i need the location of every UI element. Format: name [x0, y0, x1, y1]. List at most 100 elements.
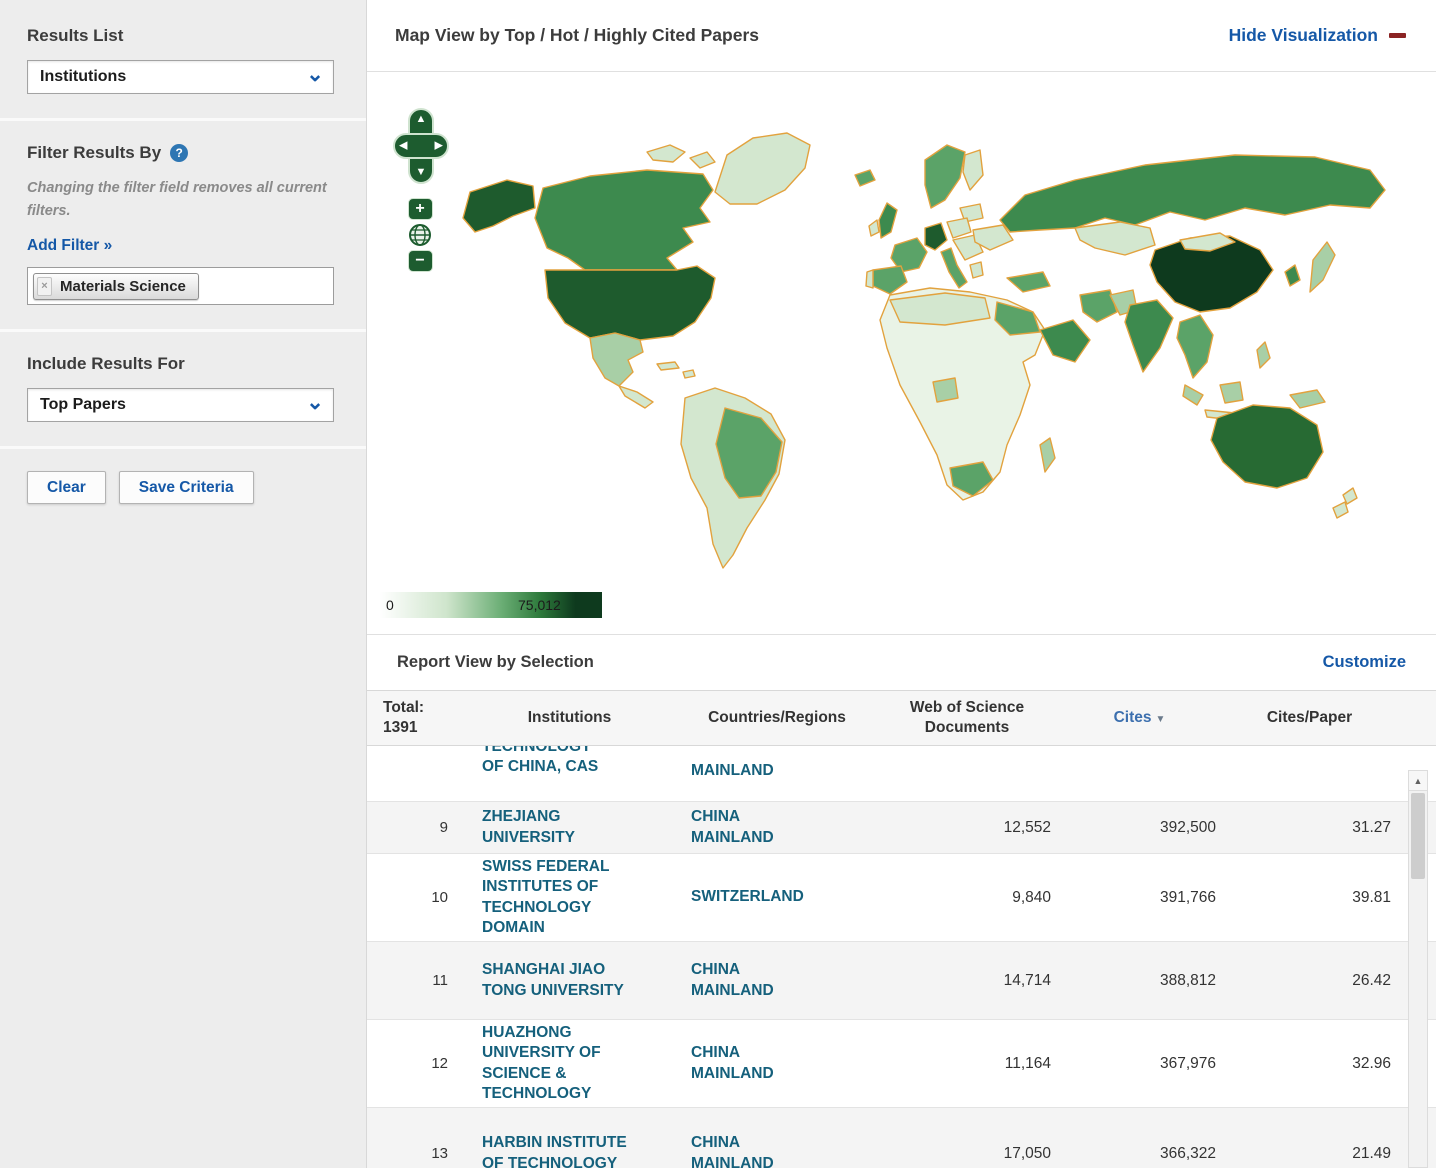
country-link[interactable]: CHINA MAINLAND — [691, 1043, 809, 1084]
institution-link[interactable]: HUAZHONG UNIVERSITY OF SCIENCE & TECHNOL… — [482, 1023, 642, 1105]
help-icon[interactable]: ? — [170, 144, 188, 162]
include-results-heading: Include Results For — [27, 354, 336, 374]
institution-link[interactable]: SHANGHAI JIAO TONG UNIVERSITY — [482, 960, 642, 1001]
country-turkey[interactable] — [1007, 272, 1050, 292]
country-southeast-asia[interactable] — [1177, 315, 1213, 378]
country-nigeria[interactable] — [933, 378, 958, 402]
chevron-down-icon[interactable]: ⌄ — [297, 61, 333, 93]
customize-link[interactable]: Customize — [1323, 653, 1406, 672]
table-scrollbar[interactable]: ▲ — [1408, 770, 1428, 1168]
column-header-documents[interactable]: Web of Science Documents — [877, 698, 1057, 738]
chevron-down-icon[interactable]: ⌄ — [297, 389, 333, 421]
minus-icon — [1389, 33, 1406, 38]
world-map[interactable] — [385, 100, 1395, 600]
pan-right-icon[interactable]: ▶ — [435, 141, 443, 152]
country-alaska[interactable] — [463, 180, 535, 232]
legend-max-value: 75,012 — [518, 597, 561, 613]
country-canada[interactable] — [535, 170, 713, 270]
country-saudi-arabia[interactable] — [1040, 320, 1090, 362]
country-japan[interactable] — [1310, 242, 1335, 292]
institution-link[interactable]: ZHEJIANG UNIVERSITY — [482, 807, 642, 848]
remove-filter-icon[interactable]: × — [37, 277, 52, 296]
country-india[interactable] — [1125, 300, 1173, 372]
country-link[interactable]: CHINA MAINLAND — [691, 960, 809, 1001]
country-arctic-islands[interactable] — [690, 152, 715, 168]
country-kazakhstan[interactable] — [1075, 222, 1155, 255]
country-madagascar[interactable] — [1040, 438, 1055, 472]
map-area: ▲ ▼ ◀ ▶ + − 0 75,012 — [367, 72, 1436, 635]
cites-cell: 366,322 — [1057, 1145, 1222, 1163]
country-greenland[interactable] — [715, 133, 810, 204]
include-results-dropdown[interactable]: Top Papers ⌄ — [27, 388, 334, 422]
total-value: 1391 — [383, 718, 462, 738]
map-zoom-control: + − — [407, 198, 433, 272]
country-iceland[interactable] — [855, 170, 875, 186]
zoom-in-button[interactable]: + — [408, 198, 433, 220]
country-arctic-islands[interactable] — [647, 145, 685, 162]
scrollbar-up-icon[interactable]: ▲ — [1409, 771, 1427, 791]
country-cuba[interactable] — [657, 362, 679, 370]
save-criteria-button[interactable]: Save Criteria — [119, 471, 254, 504]
country-north-africa[interactable] — [890, 293, 990, 325]
cites-cell: 388,812 — [1057, 972, 1222, 990]
clear-button[interactable]: Clear — [27, 471, 106, 504]
table-row: 9 ZHEJIANG UNIVERSITY CHINA MAINLAND 12,… — [367, 802, 1436, 854]
institution-cell: ZHEJIANG UNIVERSITY — [462, 807, 677, 848]
results-list-dropdown[interactable]: Institutions ⌄ — [27, 60, 334, 94]
institution-cell: HARBIN INSTITUTE OF TECHNOLOGY — [462, 1133, 677, 1168]
pan-up-icon[interactable]: ▲ — [416, 114, 427, 125]
country-germany[interactable] — [925, 223, 947, 250]
pan-down-icon[interactable]: ▼ — [416, 167, 427, 178]
add-filter-link[interactable]: Add Filter » — [27, 237, 112, 255]
zoom-out-button[interactable]: − — [408, 250, 433, 272]
column-header-institutions[interactable]: Institutions — [462, 708, 677, 728]
country-sumatra[interactable] — [1183, 385, 1203, 405]
country-korea[interactable] — [1285, 265, 1300, 286]
country-russia[interactable] — [1000, 155, 1385, 232]
country-philippines[interactable] — [1257, 342, 1270, 368]
country-central-america[interactable] — [619, 386, 653, 408]
institution-link[interactable]: HARBIN INSTITUTE OF TECHNOLOGY — [482, 1133, 642, 1168]
country-poland[interactable] — [947, 218, 971, 238]
cites-cell: 367,976 — [1057, 1055, 1222, 1073]
institution-link[interactable]: TECHNOLOGY OF CHINA, CAS — [482, 746, 642, 778]
table-row: 10 SWISS FEDERAL INSTITUTES OF TECHNOLOG… — [367, 854, 1436, 942]
filter-tag-label: Materials Science — [60, 278, 186, 295]
column-header-cites-per-paper[interactable]: Cites/Paper — [1222, 708, 1397, 728]
country-cell: MAINLAND — [677, 746, 877, 781]
filter-tag-materials-science[interactable]: × Materials Science — [33, 273, 199, 300]
country-finland[interactable] — [963, 150, 983, 190]
scrollbar-thumb[interactable] — [1411, 793, 1425, 879]
institution-cell: SWISS FEDERAL INSTITUTES OF TECHNOLOGY D… — [462, 857, 677, 939]
country-link[interactable]: CHINA MAINLAND — [691, 807, 809, 848]
column-header-countries[interactable]: Countries/Regions — [677, 708, 877, 728]
country-borneo[interactable] — [1220, 382, 1243, 403]
country-papua-new-guinea[interactable] — [1290, 390, 1325, 408]
rank-cell: 11 — [367, 972, 462, 989]
country-australia[interactable] — [1211, 405, 1323, 488]
country-portugal[interactable] — [866, 270, 873, 288]
institution-link[interactable]: SWISS FEDERAL INSTITUTES OF TECHNOLOGY D… — [482, 857, 642, 939]
map-pan-control[interactable]: ▲ ▼ ◀ ▶ — [393, 108, 449, 184]
results-list-selected-value: Institutions — [28, 68, 126, 86]
country-scandinavia[interactable] — [925, 145, 965, 208]
country-new-zealand[interactable] — [1333, 502, 1348, 518]
country-ireland[interactable] — [869, 220, 879, 236]
country-link[interactable]: MAINLAND — [691, 761, 809, 781]
rank-cell: 10 — [367, 889, 462, 906]
globe-icon[interactable] — [408, 223, 432, 247]
country-hispaniola[interactable] — [683, 370, 695, 378]
country-greece[interactable] — [970, 262, 983, 278]
country-cell: CHINA MAINLAND — [677, 807, 877, 848]
column-header-cites-sorted[interactable]: Cites▼ — [1057, 708, 1222, 728]
cites-cell: 392,500 — [1057, 819, 1222, 837]
country-usa[interactable] — [545, 266, 715, 340]
country-link[interactable]: SWITZERLAND — [691, 887, 809, 907]
country-link[interactable]: CHINA MAINLAND — [691, 1133, 809, 1168]
country-mexico[interactable] — [590, 333, 643, 386]
pan-left-icon[interactable]: ◀ — [399, 141, 407, 152]
filter-heading: Filter Results By ? — [27, 143, 336, 163]
country-spain[interactable] — [873, 266, 907, 294]
hide-visualization-link[interactable]: Hide Visualization — [1229, 25, 1406, 46]
country-united-kingdom[interactable] — [879, 203, 897, 238]
